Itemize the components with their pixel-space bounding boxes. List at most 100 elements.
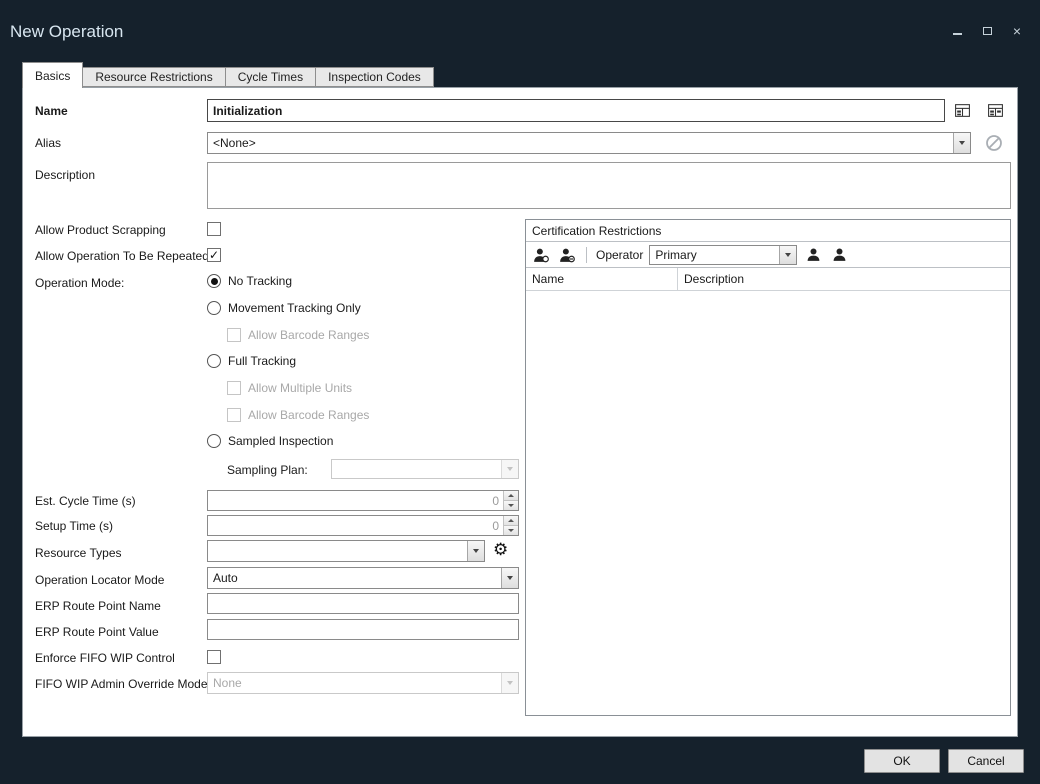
radio-icon — [207, 274, 221, 288]
radio-icon — [207, 434, 221, 448]
enforce-fifo-label: Enforce FIFO WIP Control — [35, 651, 175, 665]
chevron-up-icon — [508, 494, 514, 497]
description-textarea[interactable] — [207, 162, 1011, 209]
close-button[interactable]: × — [1010, 24, 1024, 38]
alias-clear-button[interactable] — [984, 133, 1004, 153]
chevron-down-icon — [508, 529, 514, 532]
alias-combo[interactable]: <None> — [207, 132, 971, 154]
sampling-plan-label: Sampling Plan: — [227, 463, 308, 477]
chevron-down-icon — [959, 141, 965, 145]
close-icon: × — [1012, 23, 1022, 39]
toolbar-separator — [586, 246, 587, 263]
operator-combo-value: Primary — [655, 247, 697, 262]
sampling-plan-dropdown-button — [501, 460, 518, 478]
table-edit-icon — [987, 103, 1003, 117]
tab-basics[interactable]: Basics — [22, 62, 84, 88]
enforce-fifo-checkbox[interactable] — [207, 650, 221, 664]
operator-label: Operator — [596, 247, 644, 262]
allow-product-scrapping-label: Allow Product Scrapping — [35, 223, 166, 237]
chevron-down-icon — [507, 576, 513, 580]
table-icon — [954, 103, 970, 117]
setup-time-input[interactable] — [208, 516, 503, 535]
setup-time-spinner — [207, 515, 519, 536]
fifo-override-mode-value: None — [213, 676, 242, 690]
setup-time-label: Setup Time (s) — [35, 519, 114, 533]
name-grid-button-2[interactable] — [985, 100, 1005, 120]
chevron-down-icon — [785, 252, 792, 257]
tab-inspection-codes[interactable]: Inspection Codes — [316, 67, 434, 87]
operation-locator-dropdown-button[interactable] — [501, 568, 518, 588]
minimize-button[interactable] — [950, 24, 964, 38]
name-input[interactable] — [207, 99, 945, 122]
resource-types-dropdown-button[interactable] — [467, 541, 484, 561]
cancel-button[interactable]: Cancel — [948, 749, 1024, 773]
tab-cycle-times[interactable]: Cycle Times — [225, 67, 317, 87]
operator-person-button-1[interactable] — [803, 245, 823, 265]
allow-operation-repeated-label: Allow Operation To Be Repeated — [35, 249, 209, 263]
maximize-icon — [982, 27, 992, 35]
est-cycle-time-spinner — [207, 490, 519, 511]
full-allow-barcode-checkbox: Allow Barcode Ranges — [227, 408, 369, 422]
spinner-buttons — [503, 491, 518, 510]
allow-product-scrapping-checkbox[interactable] — [207, 222, 221, 236]
certification-table-body[interactable] — [526, 291, 1010, 715]
radio-movement-tracking-only[interactable]: Movement Tracking Only — [207, 301, 361, 315]
name-grid-button-1[interactable] — [952, 100, 972, 120]
operation-mode-label: Operation Mode: — [35, 276, 125, 290]
window-title: New Operation — [10, 22, 124, 41]
ok-button[interactable]: OK — [864, 749, 940, 773]
radio-no-tracking[interactable]: No Tracking — [207, 274, 292, 288]
column-header-name[interactable]: Name — [526, 268, 678, 290]
erp-route-point-value-label: ERP Route Point Value — [35, 625, 159, 639]
operation-locator-mode-combo[interactable]: Auto — [207, 567, 519, 589]
spin-down-button[interactable] — [504, 500, 518, 510]
sampling-plan-value — [332, 460, 501, 478]
movement-allow-barcode-checkbox: Allow Barcode Ranges — [227, 328, 369, 342]
sampling-plan-combo — [331, 459, 519, 479]
erp-route-point-name-input[interactable] — [207, 593, 519, 614]
certification-toolbar-button-2[interactable] — [557, 245, 577, 265]
checkbox-icon — [227, 408, 241, 422]
spin-up-button[interactable] — [504, 516, 518, 525]
certification-table-header: Name Description — [526, 268, 1010, 291]
est-cycle-time-label: Est. Cycle Time (s) — [35, 494, 136, 508]
est-cycle-time-input[interactable] — [208, 491, 503, 510]
resource-types-combo[interactable] — [207, 540, 485, 562]
operator-combo[interactable]: Primary — [649, 244, 798, 265]
no-symbol-icon — [986, 135, 1002, 151]
name-label: Name — [35, 104, 68, 118]
spin-down-button[interactable] — [504, 525, 518, 535]
alias-combo-dropdown-button[interactable] — [953, 133, 970, 153]
resource-types-label: Resource Types — [35, 546, 122, 560]
description-label: Description — [35, 168, 96, 182]
certification-toolbar-button-1[interactable] — [531, 245, 551, 265]
radio-full-tracking[interactable]: Full Tracking — [207, 354, 296, 368]
chevron-down-icon — [507, 467, 513, 471]
allow-operation-repeated-checkbox[interactable] — [207, 248, 221, 262]
erp-route-point-value-input[interactable] — [207, 619, 519, 640]
operator-person-button-2[interactable] — [829, 245, 849, 265]
checkbox-icon — [227, 381, 241, 395]
column-header-description[interactable]: Description — [678, 268, 1010, 290]
resource-types-settings-button[interactable]: ⚙ — [493, 540, 508, 560]
alias-label: Alias — [35, 136, 62, 150]
certification-restrictions-panel: Certification Restrictions Operator Prim… — [525, 219, 1011, 716]
basics-tab-panel: Name Alias <None> Description Allow — [22, 87, 1018, 737]
maximize-button[interactable] — [980, 24, 994, 38]
tab-resource-restrictions[interactable]: Resource Restrictions — [83, 67, 226, 87]
chevron-up-icon — [508, 519, 514, 522]
spin-up-button[interactable] — [504, 491, 518, 500]
alias-combo-value: <None> — [213, 136, 256, 150]
spinner-buttons — [503, 516, 518, 535]
window-controls: × — [950, 24, 1024, 38]
operation-locator-mode-value: Auto — [213, 571, 238, 585]
operator-dropdown-button[interactable] — [779, 245, 797, 264]
full-allow-multiple-units-checkbox: Allow Multiple Units — [227, 381, 352, 395]
checkbox-icon — [227, 328, 241, 342]
chevron-down-icon — [508, 504, 514, 507]
radio-sampled-inspection[interactable]: Sampled Inspection — [207, 434, 333, 448]
certification-toolbar: Operator Primary — [526, 242, 1010, 268]
chevron-down-icon — [507, 681, 513, 685]
operation-locator-mode-label: Operation Locator Mode — [35, 573, 165, 587]
minimize-icon — [952, 33, 962, 35]
